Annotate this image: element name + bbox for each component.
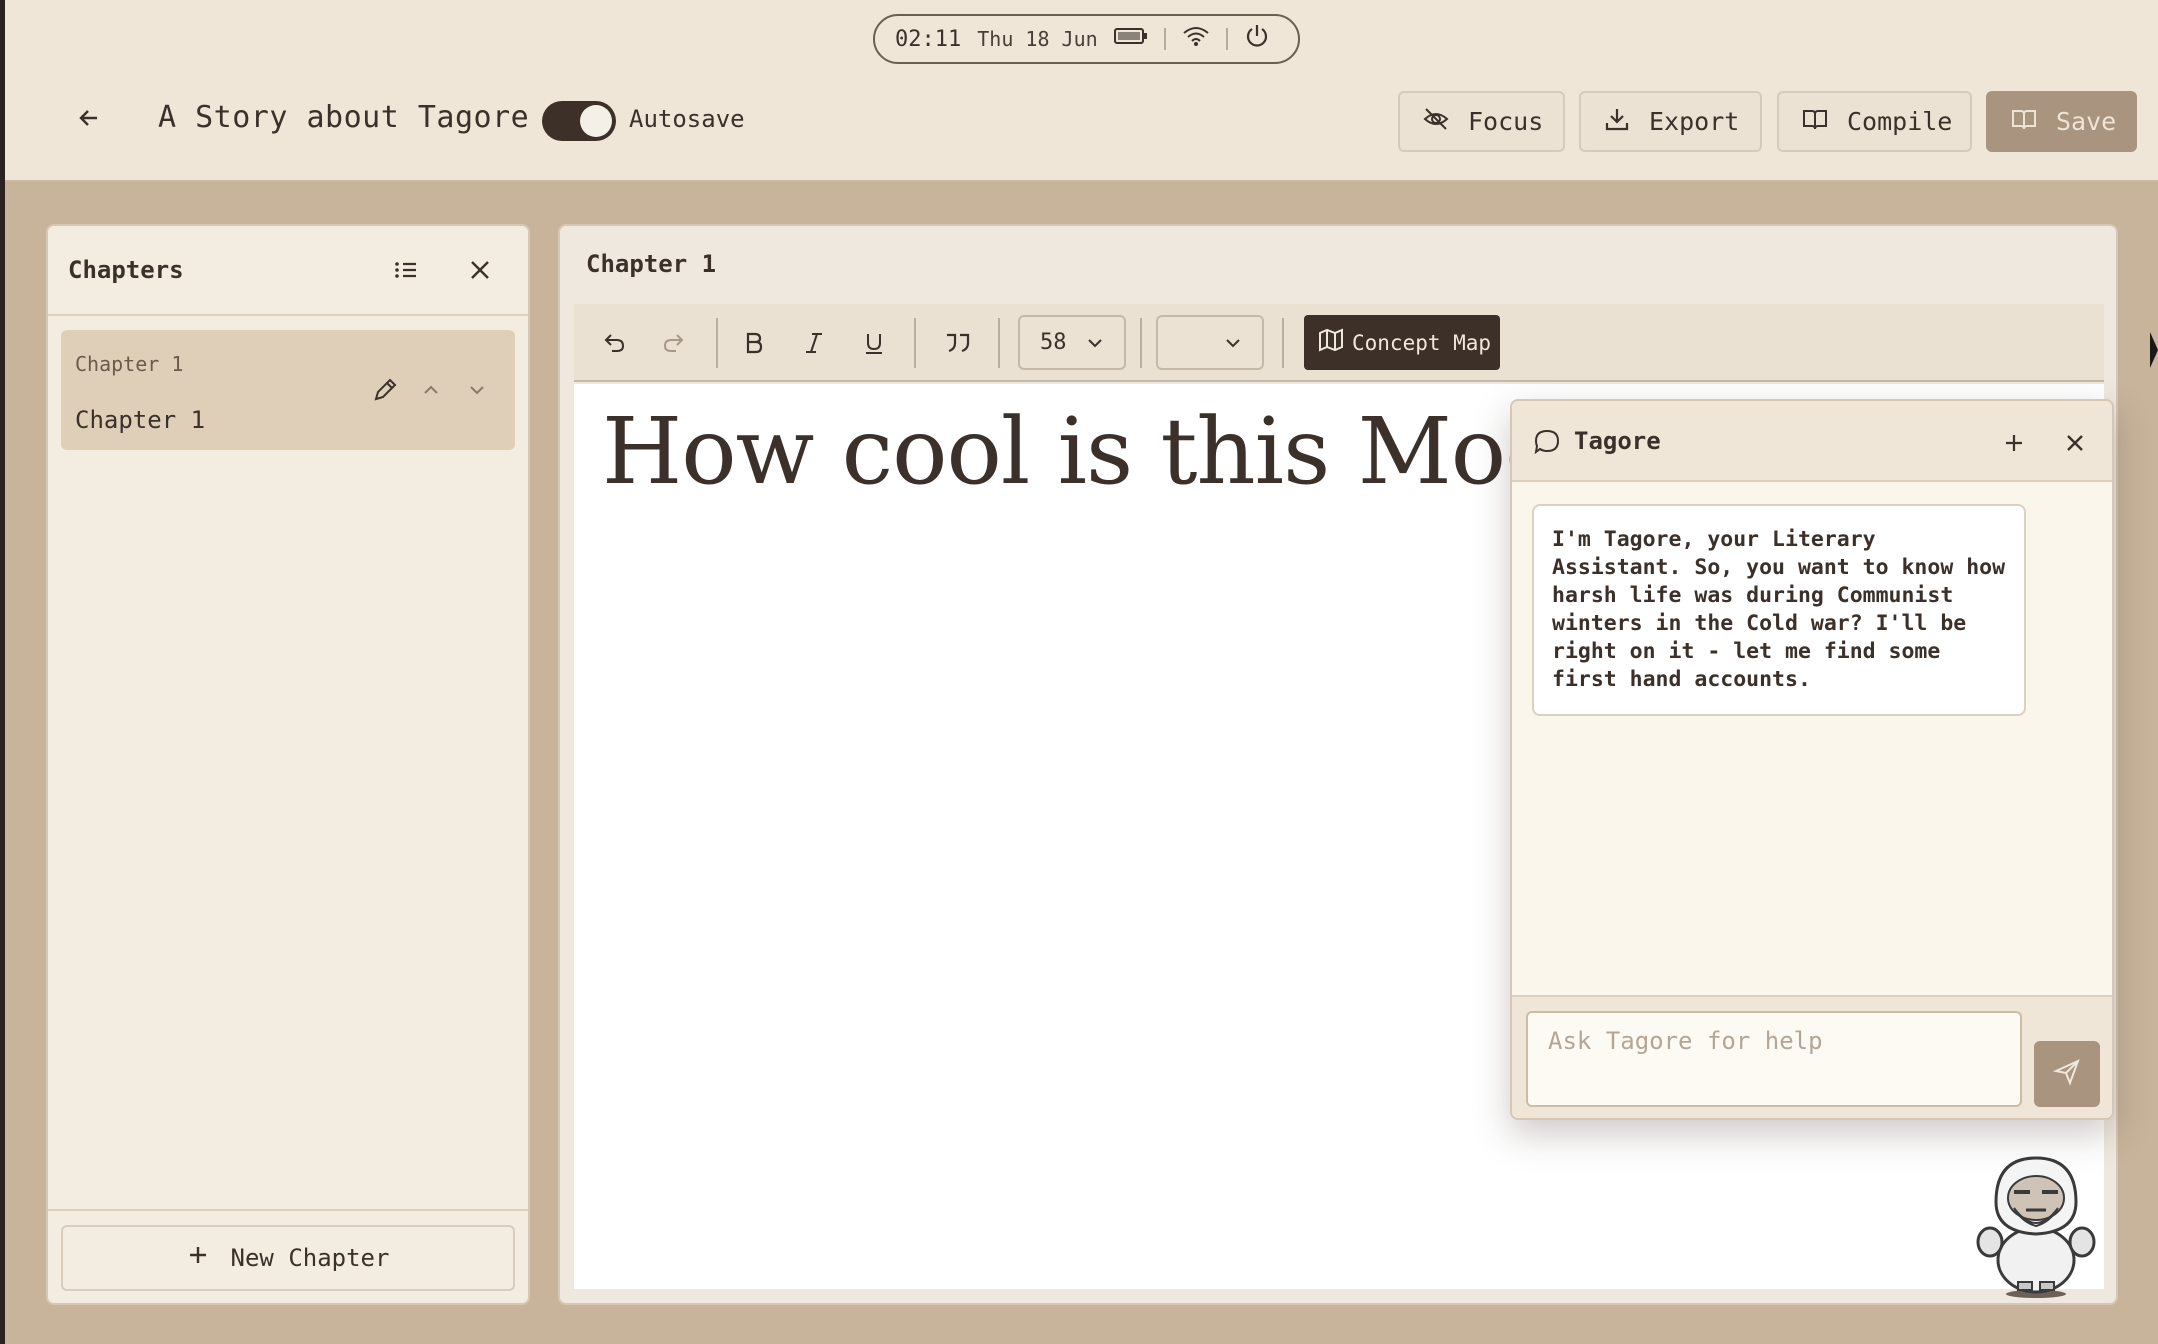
- list-icon[interactable]: [386, 250, 426, 290]
- redo-icon[interactable]: [654, 323, 694, 363]
- eye-off-icon: [1422, 105, 1450, 139]
- assistant-header: Tagore: [1512, 401, 2112, 482]
- tagore-mascot-avatar[interactable]: [1974, 1152, 2098, 1300]
- plus-icon[interactable]: [1994, 423, 2034, 463]
- toggle-knob: [580, 105, 612, 137]
- new-chapter-button[interactable]: New Chapter: [61, 1225, 515, 1291]
- send-icon: [2052, 1058, 2081, 1090]
- concept-map-label: Concept Map: [1352, 330, 1492, 355]
- top-bar: 02:11 Thu 18 Jun A Story about Tagore Au…: [5, 0, 2158, 182]
- bold-icon[interactable]: [734, 323, 774, 363]
- window-edge: [0, 0, 5, 1344]
- book-open-icon: [2010, 105, 2038, 139]
- close-icon[interactable]: [460, 250, 500, 290]
- wifi-icon: [1182, 25, 1210, 53]
- document-title: A Story about Tagore: [158, 100, 530, 135]
- download-icon: [1603, 105, 1631, 139]
- export-label: Export: [1649, 107, 1740, 136]
- chevron-down-icon: [1224, 333, 1242, 358]
- chapter-subtitle: Chapter 1: [75, 352, 184, 376]
- focus-label: Focus: [1468, 107, 1544, 136]
- assistant-input-area: [1512, 995, 2112, 1118]
- autosave-label: Autosave: [629, 105, 745, 133]
- pencil-icon[interactable]: [367, 372, 403, 408]
- focus-button[interactable]: Focus: [1398, 91, 1565, 152]
- editor-content[interactable]: How cool is this Mod: [602, 398, 1564, 505]
- clock-date: Thu 18 Jun: [977, 27, 1098, 51]
- editor-chapter-title: Chapter 1: [586, 250, 717, 278]
- quote-icon[interactable]: [938, 323, 978, 363]
- plus-icon: [187, 1244, 209, 1272]
- send-button[interactable]: [2034, 1041, 2100, 1107]
- compile-button[interactable]: Compile: [1777, 91, 1972, 152]
- status-separator: [1163, 28, 1166, 50]
- chapter-item[interactable]: Chapter 1 Chapter 1: [61, 330, 515, 450]
- chapter-name: Chapter 1: [75, 406, 206, 434]
- new-chapter-label: New Chapter: [230, 1244, 390, 1272]
- chapters-footer: New Chapter: [48, 1209, 528, 1303]
- toolbar-separator: [998, 318, 1000, 368]
- map-icon: [1318, 328, 1344, 357]
- clock-time: 02:11: [895, 26, 962, 52]
- concept-map-button[interactable]: Concept Map: [1304, 315, 1500, 370]
- chevron-down-icon: [1086, 333, 1104, 358]
- chapters-panel: Chapters Chapter 1 Chapter 1 New Chapter: [46, 224, 530, 1305]
- status-separator: [1225, 28, 1228, 50]
- font-size-value: 58: [1040, 330, 1067, 355]
- chevron-down-icon[interactable]: [459, 372, 495, 408]
- undo-icon[interactable]: [594, 323, 634, 363]
- save-label: Save: [2056, 107, 2117, 136]
- toolbar-separator: [1282, 318, 1284, 368]
- font-size-select[interactable]: 58: [1018, 315, 1126, 370]
- toolbar-separator: [914, 318, 916, 368]
- font-family-select[interactable]: [1156, 315, 1264, 370]
- formatting-toolbar: 58 Concept Map: [574, 304, 2104, 382]
- save-button[interactable]: Save: [1986, 91, 2137, 152]
- arrow-left-icon: [77, 106, 101, 134]
- status-bar: 02:11 Thu 18 Jun: [873, 14, 1300, 64]
- underline-icon[interactable]: [854, 323, 894, 363]
- toolbar-separator: [716, 318, 718, 368]
- assistant-message: I'm Tagore, your Literary Assistant. So,…: [1532, 504, 2026, 716]
- chapters-title: Chapters: [68, 256, 184, 284]
- toolbar-separator: [1140, 318, 1142, 368]
- book-open-icon: [1801, 105, 1829, 139]
- close-icon[interactable]: [2055, 423, 2095, 463]
- battery-icon: [1113, 26, 1148, 52]
- compile-label: Compile: [1847, 107, 1953, 136]
- power-icon[interactable]: [1244, 23, 1270, 55]
- autosave-toggle[interactable]: [542, 101, 616, 141]
- assistant-panel: Tagore I'm Tagore, your Literary Assista…: [1510, 399, 2114, 1120]
- assistant-title: Tagore: [1574, 427, 1661, 455]
- chapters-header: Chapters: [48, 226, 528, 316]
- italic-icon[interactable]: [794, 323, 834, 363]
- chevron-up-icon[interactable]: [413, 372, 449, 408]
- assistant-input[interactable]: [1526, 1011, 2022, 1107]
- mouse-cursor-icon: [2150, 330, 2158, 374]
- chat-bubble-icon: [1530, 425, 1564, 459]
- back-button[interactable]: [69, 100, 109, 140]
- export-button[interactable]: Export: [1579, 91, 1762, 152]
